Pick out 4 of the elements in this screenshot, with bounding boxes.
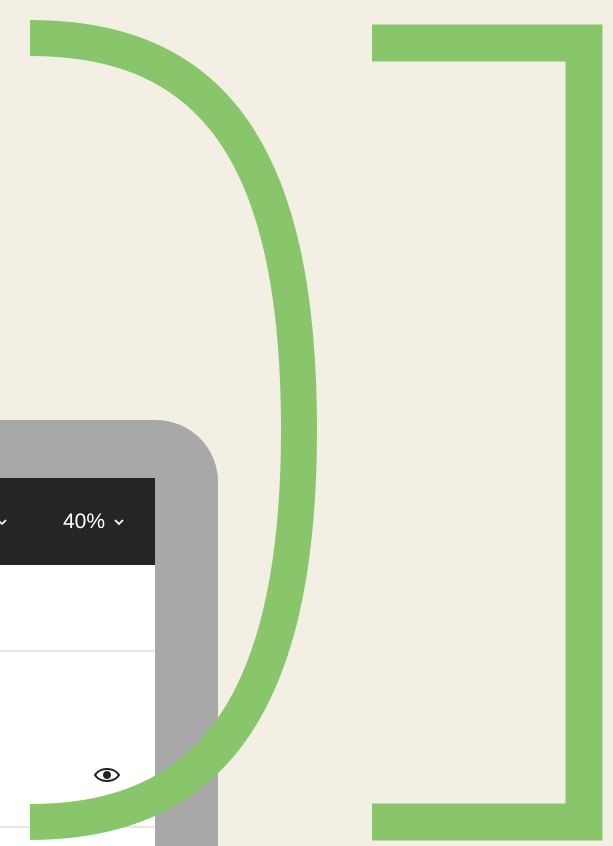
chevron-down-icon [113, 518, 125, 526]
eye-icon[interactable] [93, 766, 121, 784]
zoom-dropdown[interactable]: 40% [62, 506, 125, 538]
chevron-down-icon[interactable] [0, 518, 8, 526]
